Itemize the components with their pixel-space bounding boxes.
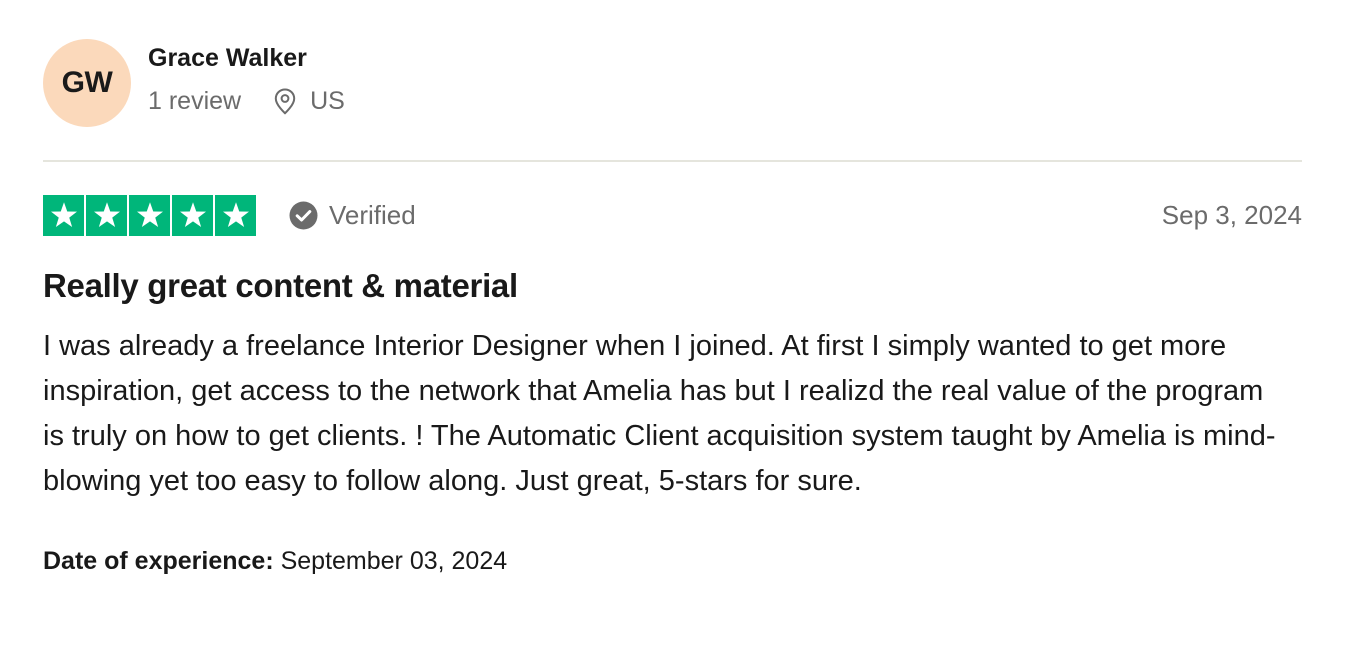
star-icon [50,202,77,227]
location-label: US [310,87,345,115]
avatar-initials: GW [61,66,113,99]
review-body: I was already a freelance Interior Desig… [43,330,1276,497]
review-card: GW Grace Walker 1 review US Verified Sep… [43,38,1302,576]
check-circle-icon [289,201,318,229]
review-title[interactable]: Really great content & material [43,266,1302,306]
reviewer-meta: 1 review US [148,87,345,115]
star [129,194,170,236]
location-pin-icon [274,87,296,115]
star [43,194,84,236]
star-icon [136,202,163,227]
star [215,194,256,236]
star-icon [179,202,206,227]
divider [43,160,1302,162]
verified-label: Verified [329,199,416,230]
star-icon [222,202,249,227]
star-rating [43,194,256,236]
star [86,194,127,236]
review-count: 1 review [148,87,242,115]
reviewer-info: Grace Walker 1 review US [148,44,345,115]
verified-badge[interactable]: Verified [289,200,416,231]
reviewer-name[interactable]: Grace Walker [148,43,345,73]
experience-label: Date of experience: [43,547,274,575]
review-date: Sep 3, 2024 [1161,199,1302,230]
experience-date: Date of experience: September 03, 2024 [43,546,1302,576]
avatar[interactable]: GW [43,39,131,127]
experience-value: September 03, 2024 [280,547,508,575]
reviewer-header: GW Grace Walker 1 review US [43,38,1302,128]
star-icon [93,202,120,227]
reviewer-location: US [274,87,345,115]
rating-row: Verified Sep 3, 2024 [43,194,1302,236]
star [172,194,213,236]
